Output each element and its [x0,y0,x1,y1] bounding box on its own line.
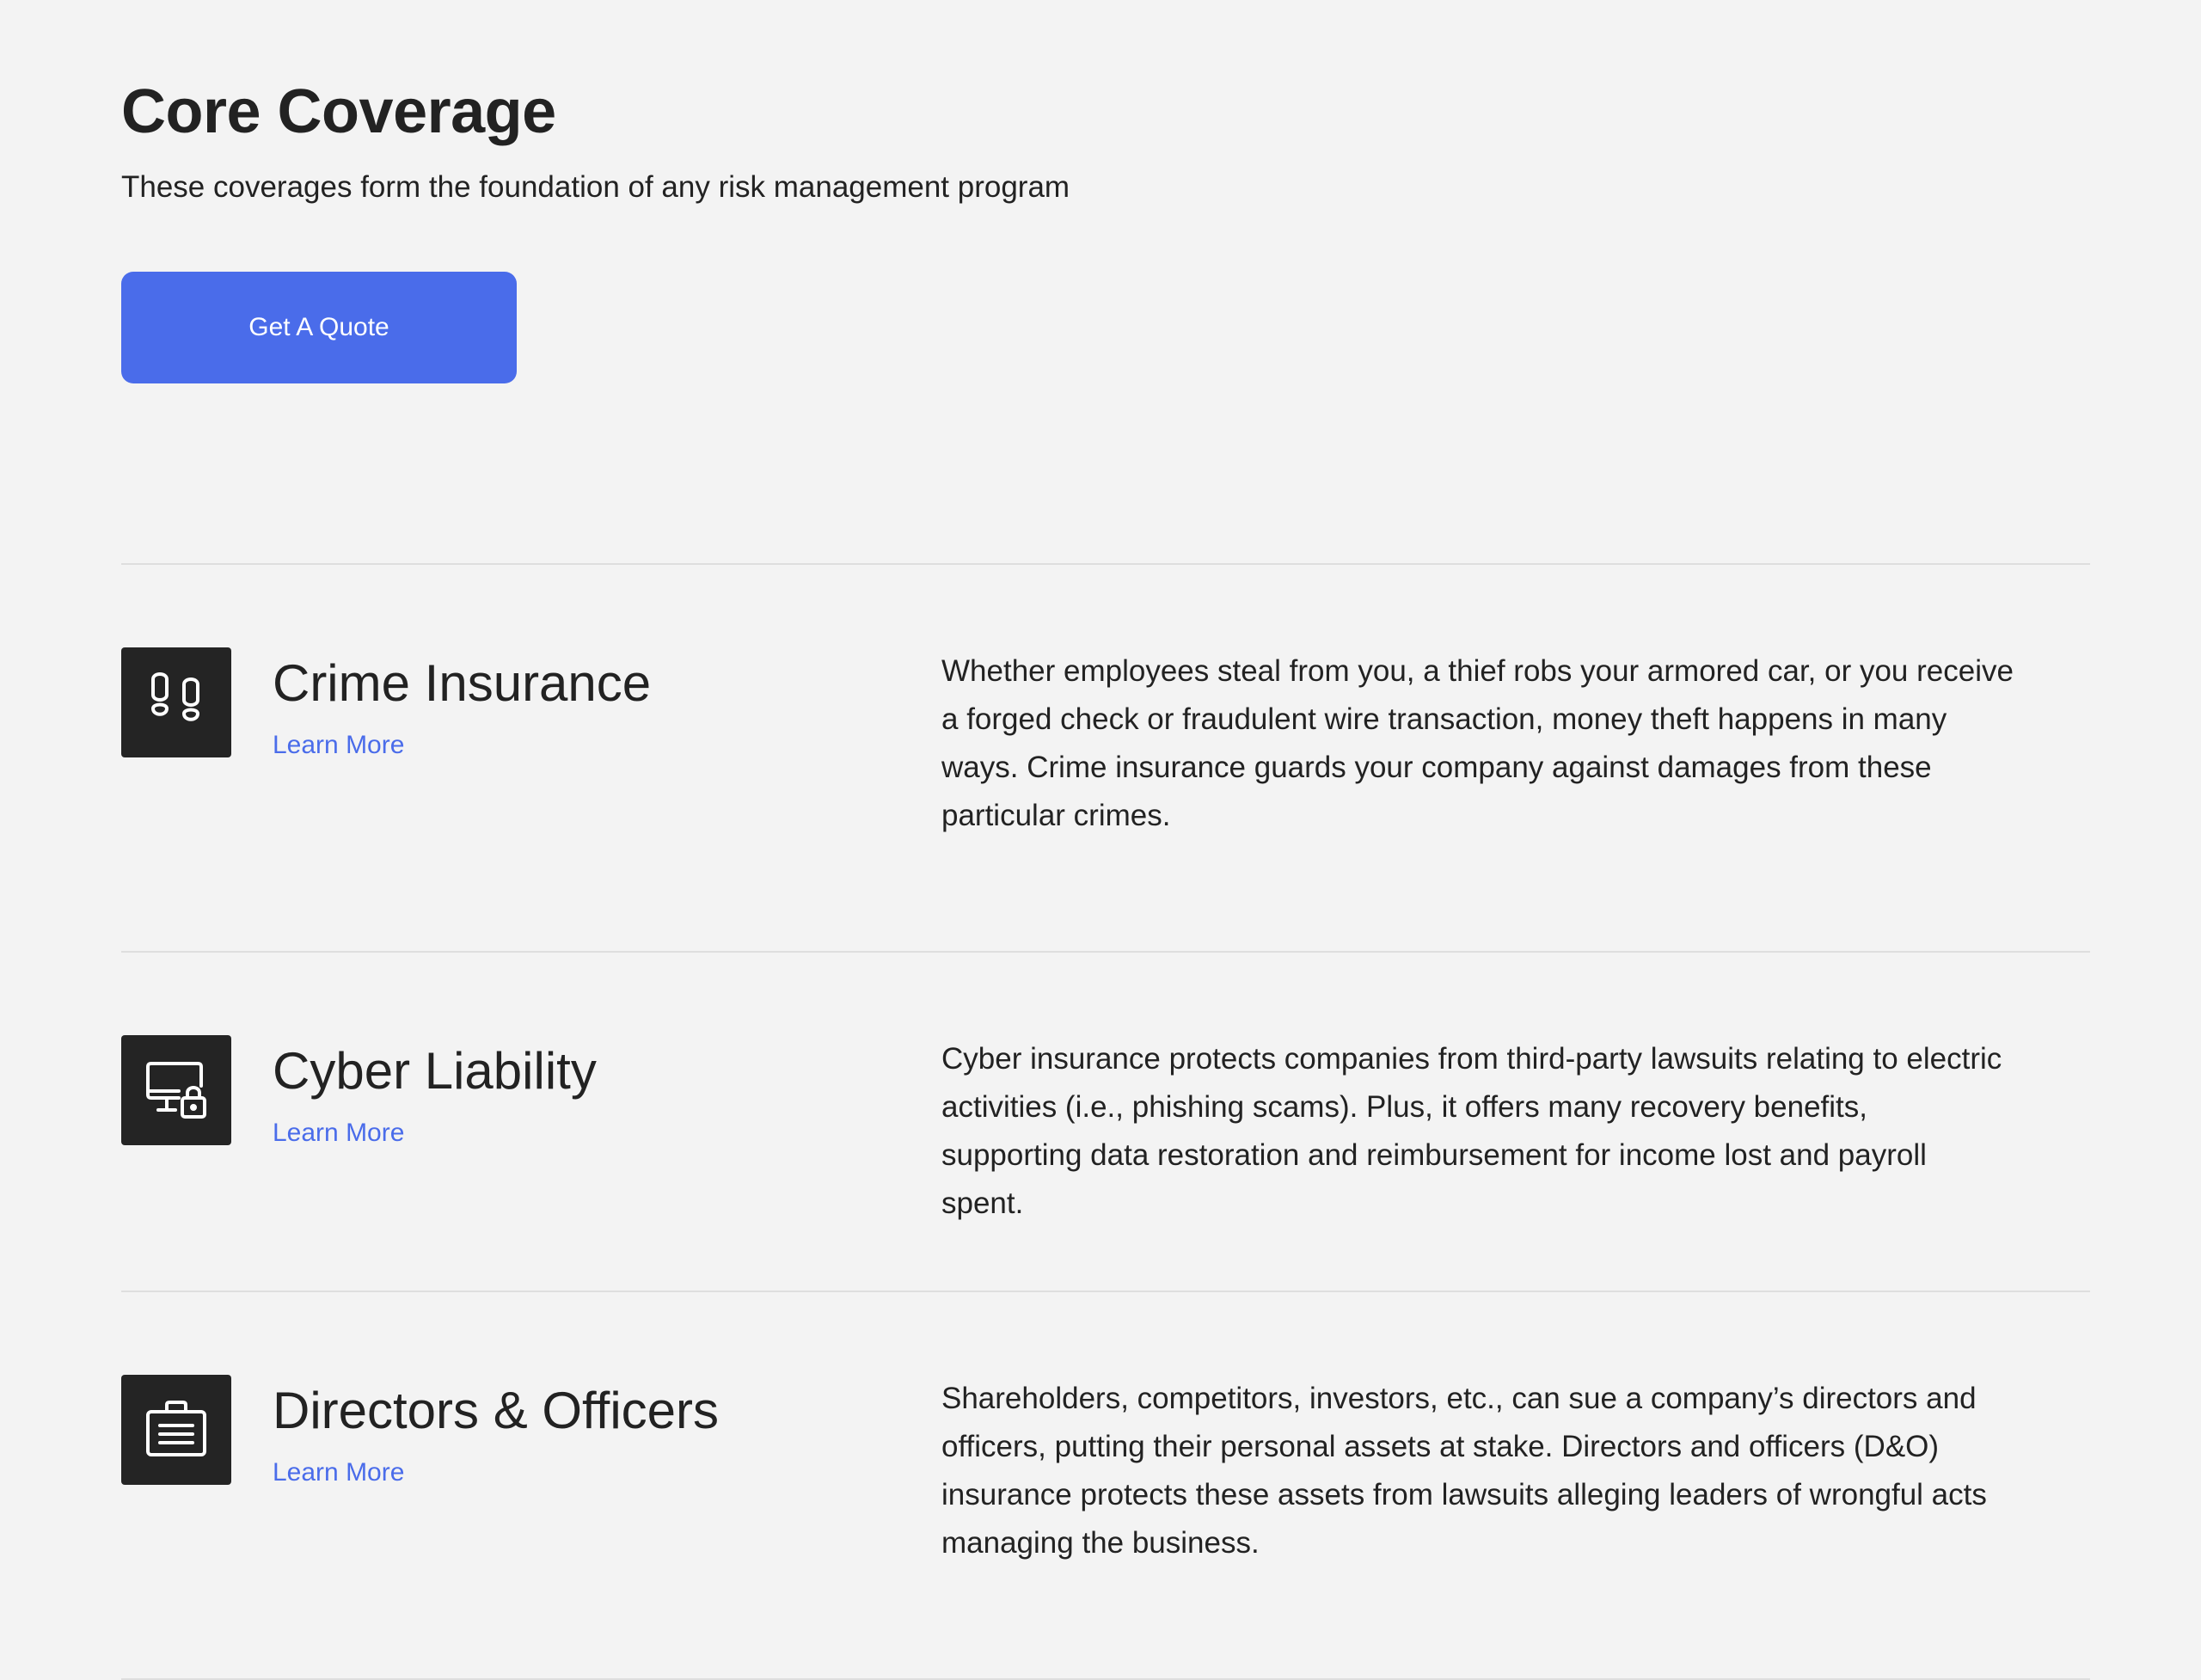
page-subtitle: These coverages form the foundation of a… [121,170,1070,204]
learn-more-link-cyber-liability[interactable]: Learn More [273,1116,404,1150]
core-coverage-page: Core Coverage These coverages form the f… [0,0,2201,1680]
learn-more-link-crime-insurance[interactable]: Learn More [273,728,404,763]
divider [121,1291,2090,1292]
coverage-description: Shareholders, competitors, investors, et… [941,1382,1987,1560]
divider [121,563,2090,565]
coverage-title: Cyber Liability [273,1042,597,1100]
section-header: Core Coverage These coverages form the f… [121,71,1070,206]
computer-lock-icon [121,1035,231,1145]
get-quote-button[interactable]: Get A Quote [121,272,517,383]
divider [121,951,2090,953]
coverage-description: Whether employees steal from you, a thie… [941,654,2014,832]
coverage-title: Crime Insurance [273,654,652,712]
coverage-description: Cyber insurance protects companies from … [941,1042,2002,1220]
briefcase-icon [121,1375,231,1485]
learn-more-link-directors-officers[interactable]: Learn More [273,1456,404,1490]
footprints-icon [121,647,231,757]
page-title: Core Coverage [121,77,556,146]
coverage-title: Directors & Officers [273,1382,719,1439]
